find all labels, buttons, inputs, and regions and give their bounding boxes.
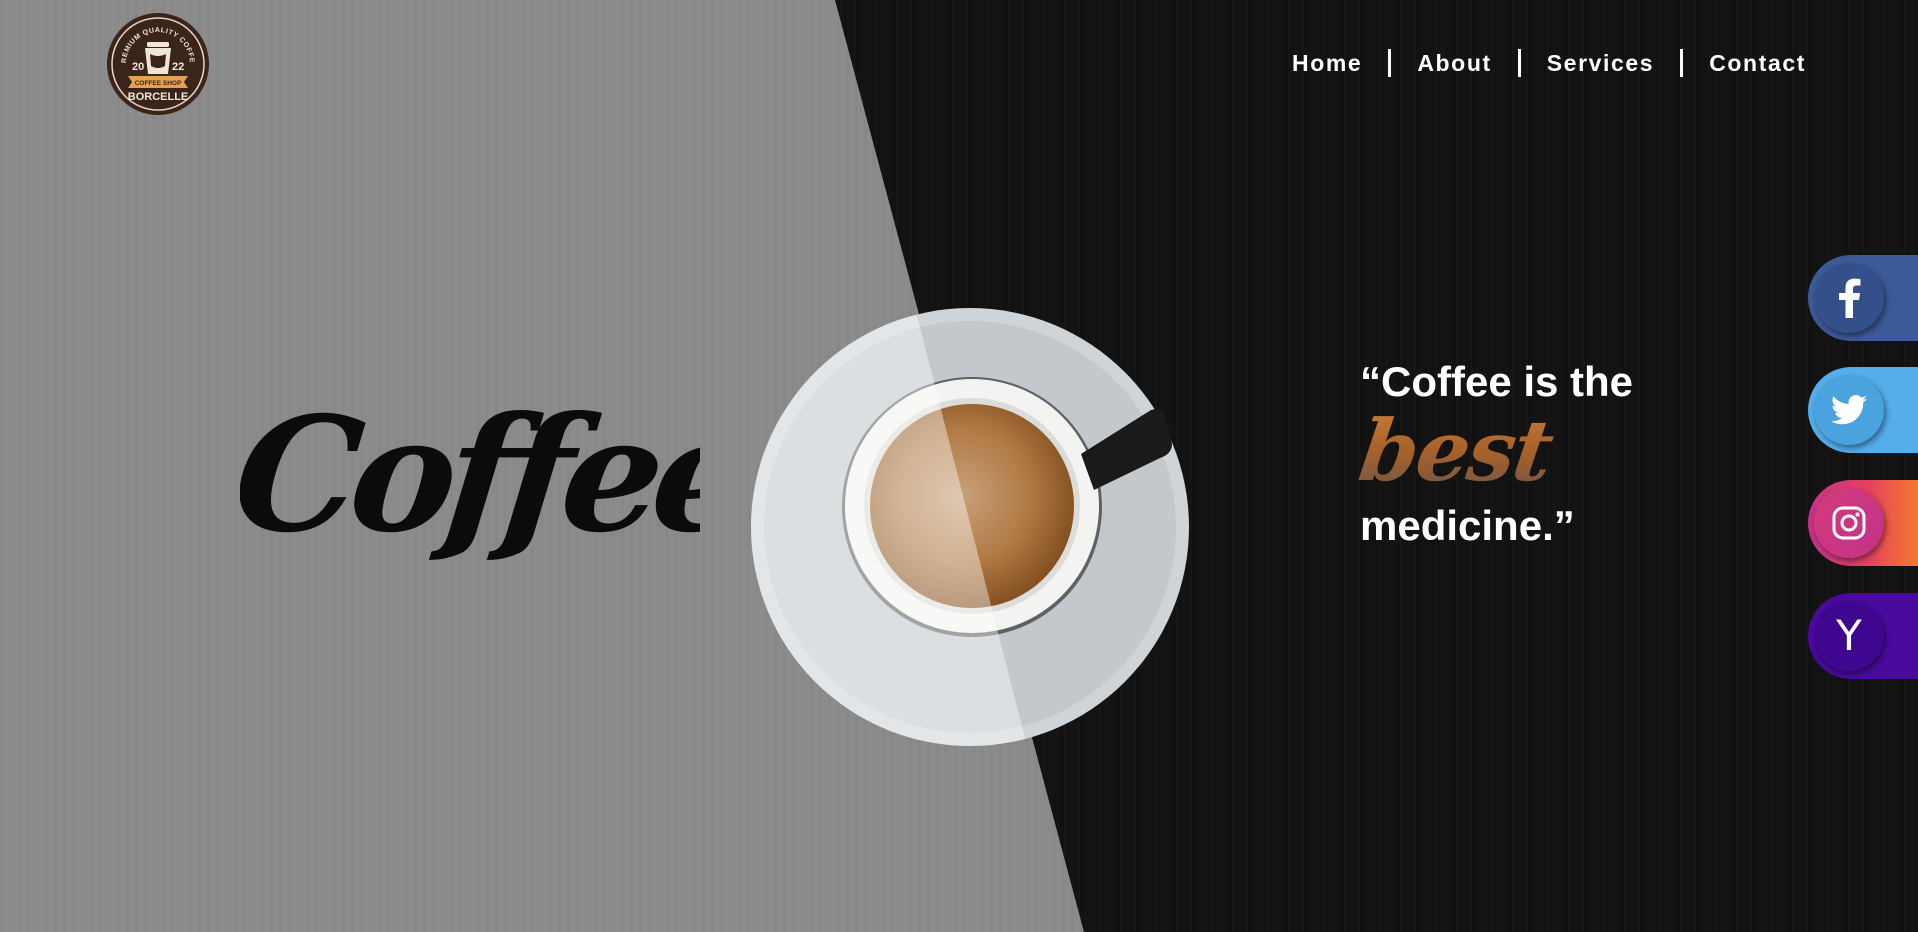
- twitter-link[interactable]: [1808, 367, 1918, 453]
- svg-text:20: 20: [132, 61, 144, 73]
- hero-quote: “Coffee is the best medicine.”: [1353, 356, 1634, 552]
- nav-about[interactable]: About: [1391, 48, 1517, 78]
- yahoo-icon: Y: [1814, 601, 1884, 671]
- twitter-icon: [1814, 375, 1884, 445]
- nav-services[interactable]: Services: [1521, 48, 1680, 78]
- coffee-cup-image: [751, 308, 1189, 746]
- quote-highlight-word: best: [1353, 401, 1639, 500]
- facebook-icon: [1814, 263, 1884, 333]
- nav-contact[interactable]: Contact: [1683, 48, 1832, 78]
- quote-line-2: medicine.”: [1360, 502, 1575, 549]
- hero-title: Coffee: [240, 382, 700, 567]
- facebook-link[interactable]: [1808, 255, 1918, 341]
- quote-line-1: “Coffee is the: [1360, 358, 1634, 405]
- instagram-icon: [1814, 488, 1884, 558]
- svg-text:COFFEE SHOP: COFFEE SHOP: [135, 80, 182, 87]
- svg-text:22: 22: [172, 61, 184, 73]
- yahoo-link[interactable]: Y: [1808, 593, 1918, 679]
- logo-badge-icon: PREMIUM QUALITY COFFEE 20 22 COFFEE SHOP…: [103, 7, 209, 115]
- nav-home[interactable]: Home: [1266, 48, 1388, 78]
- svg-text:BORCELLE: BORCELLE: [128, 91, 189, 103]
- main-navigation: Home About Services Contact: [1266, 48, 1832, 78]
- instagram-link[interactable]: [1808, 480, 1918, 566]
- svg-text:Coffee: Coffee: [240, 382, 700, 567]
- brand-logo[interactable]: PREMIUM QUALITY COFFEE 20 22 COFFEE SHOP…: [103, 7, 210, 116]
